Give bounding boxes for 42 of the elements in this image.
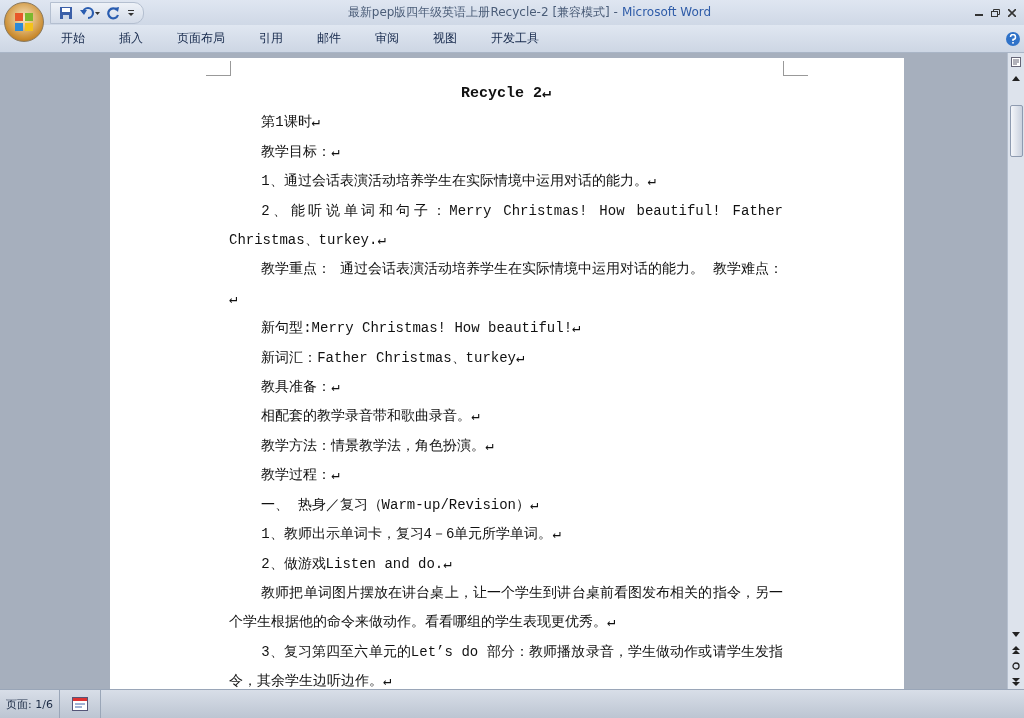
scrollbar-thumb[interactable] xyxy=(1009,105,1023,157)
window-title: 最新pep版四年级英语上册Recycle-2 [兼容模式] - Microsoft Word xyxy=(346,4,713,21)
ribbon-tab[interactable]: 开发工具 xyxy=(478,26,552,51)
paragraph: 相配套的教学录音带和歌曲录音。↵ xyxy=(260,407,481,427)
paragraph: 教学过程：↵ xyxy=(260,466,341,486)
paragraph: 教学重点： 通过会话表演活动培养学生在实际情境中运用对话的能力。 教学难点：↵ xyxy=(229,260,783,309)
paragraph: 教具准备：↵ xyxy=(260,378,341,398)
paragraph: 3、复习第四至六单元的Let’s do 部分：教师播放录音，学生做动作或请学生发指令，其余学生边听边作。↵ xyxy=(229,642,783,689)
paragraph: 教学目标：↵ xyxy=(260,142,341,162)
office-button[interactable] xyxy=(4,2,44,42)
ribbon-tab[interactable]: 邮件 xyxy=(304,26,354,51)
ribbon-tab[interactable]: 页面布局 xyxy=(164,26,238,51)
restore-icon[interactable] xyxy=(991,8,1000,17)
ribbon-tab[interactable]: 开始 xyxy=(48,26,98,51)
browse-object-icon[interactable] xyxy=(1009,659,1023,673)
paragraph: 1、通过会话表演活动培养学生在实际情境中运用对话的能力。↵ xyxy=(260,172,658,192)
paragraph: 新句型:Merry Christmas! How beautiful!↵ xyxy=(260,319,582,339)
page-count[interactable]: 页面: 1/6 xyxy=(0,690,60,718)
paragraph: 2、能听说单词和句子：Merry Christmas! How beautiful! Father Christmas、turkey.↵ xyxy=(229,201,783,251)
ribbon-tab[interactable]: 引用 xyxy=(246,26,296,51)
language-check-icon[interactable] xyxy=(71,697,88,711)
office-logo-icon xyxy=(14,12,34,32)
ribbon-tab[interactable]: 插入 xyxy=(106,26,156,51)
paragraph: 第1课时↵ xyxy=(260,113,322,133)
paragraph: 一、 热身／复习（Warm-up/Revision）↵ xyxy=(260,495,540,515)
paragraph: 2、做游戏Listen and do.↵ xyxy=(260,554,453,574)
close-icon[interactable] xyxy=(1008,8,1016,17)
ribbon-tab[interactable]: 视图 xyxy=(420,26,470,51)
paragraph: 新词汇：Father Christmas、turkey↵ xyxy=(260,348,526,368)
margin-corner-mark xyxy=(783,61,808,76)
undo-icon[interactable] xyxy=(79,5,101,20)
redo-icon[interactable] xyxy=(107,5,121,20)
help-icon[interactable] xyxy=(1006,31,1020,46)
paragraph: 教师把单词图片摆放在讲台桌上，让一个学生到讲台桌前看图发布相关的指令，另一个学生根据他的命令来做动作。看看哪组的学生表现更优秀。↵ xyxy=(229,583,783,633)
save-icon[interactable] xyxy=(59,5,73,20)
paragraph: 教学方法：情景教学法，角色扮演。↵ xyxy=(260,436,495,456)
document-title: Recycle 2↵ xyxy=(459,84,552,104)
ribbon-tab[interactable]: 审阅 xyxy=(362,26,412,51)
customize-dropdown-icon[interactable] xyxy=(127,7,135,18)
ruler-toggle-icon[interactable] xyxy=(1009,55,1023,69)
paragraph: 1、教师出示单词卡，复习4－6单元所学单词。↵ xyxy=(260,525,562,545)
margin-corner-mark xyxy=(206,61,231,76)
